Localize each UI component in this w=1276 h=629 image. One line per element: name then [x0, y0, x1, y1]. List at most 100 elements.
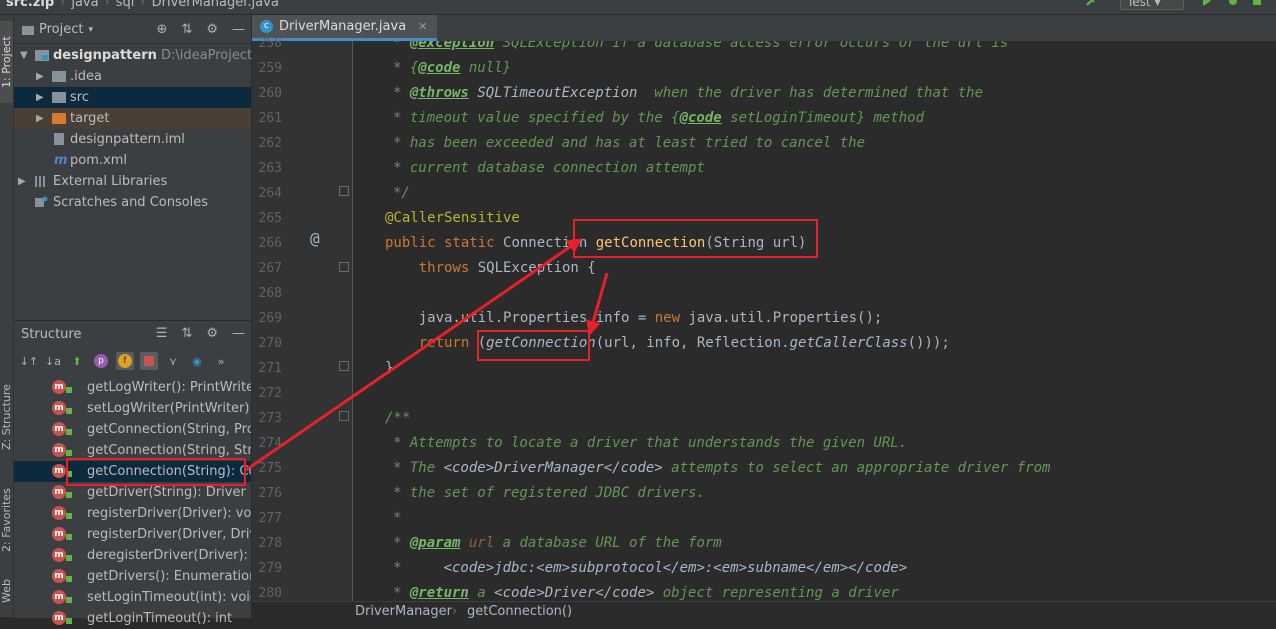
coverage-icon[interactable] [1252, 0, 1262, 6]
fold-start-icon[interactable] [339, 262, 349, 272]
code-line-266: public static Connection getConnection(S… [385, 235, 807, 251]
code-line-264: */ [393, 185, 410, 201]
tree-item-pom[interactable]: m pom.xml [14, 150, 251, 171]
show-fields-icon[interactable]: f [116, 352, 134, 370]
public-icon [66, 492, 72, 498]
code-editor[interactable]: * @exception SQLException if a database … [353, 41, 1276, 601]
line-number: 275 [258, 461, 282, 476]
structure-item[interactable]: m getConnection(String, Prope [14, 419, 251, 440]
project-view-select[interactable]: Project ▾ [22, 22, 93, 37]
line-number: 270 [258, 336, 282, 351]
hammer-icon[interactable] [1086, 0, 1096, 6]
close-icon[interactable]: ✕ [418, 20, 427, 33]
tree-label: External Libraries [53, 174, 168, 189]
structure-item[interactable]: m getConnection(String, String [14, 440, 251, 461]
structure-item[interactable]: m setLoginTimeout(int): void [14, 587, 251, 608]
structure-item-label: getDriver(String): Driver [87, 485, 246, 500]
structure-item[interactable]: m deregisterDriver(Driver): voic [14, 545, 251, 566]
gear-icon[interactable]: ⚙ [206, 326, 218, 341]
chevron-right-icon[interactable]: ▶ [36, 66, 46, 87]
project-tool-tab[interactable]: 1: Project [0, 21, 13, 103]
collapse-all-icon[interactable]: ⇅ [181, 22, 192, 37]
show-lambdas-icon[interactable]: ⋎ [164, 352, 182, 370]
tree-item-target[interactable]: ▶ target [14, 108, 251, 129]
structure-list: m getLogWriter(): PrintWriter m setLogWrit… [14, 377, 251, 629]
sort-by-visibility-icon[interactable]: ↓↑ [20, 352, 38, 370]
line-number: 258 [258, 36, 282, 51]
hide-icon[interactable]: — [232, 22, 245, 37]
run-icon[interactable] [1202, 0, 1212, 6]
chevron-down-icon[interactable]: ▼ [20, 45, 30, 66]
crumb-file[interactable]: DriverManager.java [152, 0, 279, 10]
class-icon: c [260, 20, 273, 33]
public-icon [66, 450, 72, 456]
chevron-right-icon[interactable]: ▶ [36, 108, 46, 129]
method-icon: m [52, 590, 66, 604]
tree-item-src[interactable]: ▶ src [14, 87, 251, 108]
crumb-src-zip[interactable]: src.zip [6, 0, 54, 10]
tree-label: .idea [70, 69, 102, 84]
structure-item[interactable]: m getLogWriter(): PrintWriter [14, 377, 251, 398]
autoscroll-icon[interactable]: ◉ [188, 352, 206, 370]
line-number: 267 [258, 261, 282, 276]
tree-item-iml[interactable]: designpattern.iml [14, 129, 251, 150]
structure-item-selected[interactable]: m getConnection(String): Conn [14, 461, 251, 482]
line-number: 271 [258, 361, 282, 376]
line-number: 265 [258, 211, 282, 226]
locate-icon[interactable]: ⊕ [157, 22, 168, 37]
structure-item[interactable]: m getLoginTimeout(): int [14, 608, 251, 629]
structure-item[interactable]: m getDrivers(): Enumeration<D [14, 566, 251, 587]
editor-tabs: c DriverManager.java ✕ [252, 15, 1276, 42]
code-line-269: java.util.Properties info = new java.uti… [385, 310, 883, 326]
code-line-267: throws SQLException { [385, 260, 596, 276]
structure-item[interactable]: m getDriver(String): Driver [14, 482, 251, 503]
tree-item-designpattern[interactable]: ▼ designpattern D:\ideaProjects\de [14, 45, 280, 66]
structure-toolbar: ↓↑ ↓a ⬆ p f ⋎ ◉ » [14, 348, 251, 374]
crumb-sql[interactable]: sql [116, 0, 135, 10]
tree-item-idea[interactable]: ▶ .idea [14, 66, 251, 87]
chevron-right-icon[interactable]: ▶ [18, 171, 28, 192]
debug-icon[interactable] [1228, 0, 1238, 6]
hide-icon[interactable]: — [232, 326, 245, 341]
fold-end-icon[interactable] [339, 186, 349, 196]
gear-icon[interactable]: ⚙ [206, 22, 218, 37]
run-config-select[interactable]: Test ▾ [1120, 0, 1184, 10]
maven-icon: m [54, 153, 68, 168]
structure-tool-tab[interactable]: Z: Structure [0, 377, 13, 457]
chevron-right-icon[interactable]: ▶ [36, 87, 46, 108]
code-line-271: } [385, 360, 394, 376]
crumb-java[interactable]: java [71, 0, 98, 10]
show-inherited-icon[interactable]: ⬆ [68, 352, 86, 370]
favorites-tool-tab[interactable]: 2: Favorites [0, 485, 13, 555]
fold-start-icon[interactable] [339, 411, 349, 421]
project-panel: Project ▾ ⊕ ⇅ ⚙ — ▼ designpattern D:\ide… [14, 15, 280, 320]
line-number: 276 [258, 486, 282, 501]
web-tool-tab[interactable]: Web [0, 571, 13, 611]
method-icon: m [52, 485, 66, 499]
fold-end-icon[interactable] [339, 361, 349, 371]
structure-item[interactable]: m registerDriver(Driver, DriverA [14, 524, 251, 545]
sort-alphabetically-icon[interactable]: ↓a [44, 352, 62, 370]
folder-icon [52, 71, 66, 82]
show-non-public-icon[interactable] [140, 352, 158, 370]
tree-item-scratches[interactable]: Scratches and Consoles [14, 192, 251, 213]
code-line-258: * @exception SQLException if a database … [393, 41, 1009, 51]
code-line-263: * current database connection attempt [393, 160, 705, 176]
editor-breadcrumb: DriverManager › getConnection() [252, 601, 1276, 619]
tree-label: designpattern.iml [70, 132, 185, 147]
structure-item-label: setLogWriter(PrintWriter): void [87, 401, 251, 416]
structure-item-label: getLogWriter(): PrintWriter [87, 380, 251, 395]
structure-item[interactable]: m setLogWriter(PrintWriter): void [14, 398, 251, 419]
show-properties-icon[interactable]: p [92, 352, 110, 370]
line-number: 274 [258, 436, 282, 451]
collapse-all-icon[interactable]: ⇅ [181, 326, 192, 341]
project-tree: ▼ designpattern D:\ideaProjects\de ▶ .id… [14, 45, 280, 213]
expand-all-icon[interactable]: ☰ [156, 326, 168, 341]
more-icon[interactable]: » [212, 352, 230, 370]
method-icon: m [52, 401, 66, 415]
implementation-marker-icon[interactable]: @ [310, 229, 320, 248]
structure-item[interactable]: m registerDriver(Driver): void [14, 503, 251, 524]
public-icon [66, 429, 72, 435]
tree-item-external-libraries[interactable]: ▶ External Libraries [14, 171, 251, 192]
code-line-270: return (getConnection(url, info, Reflect… [385, 335, 950, 351]
